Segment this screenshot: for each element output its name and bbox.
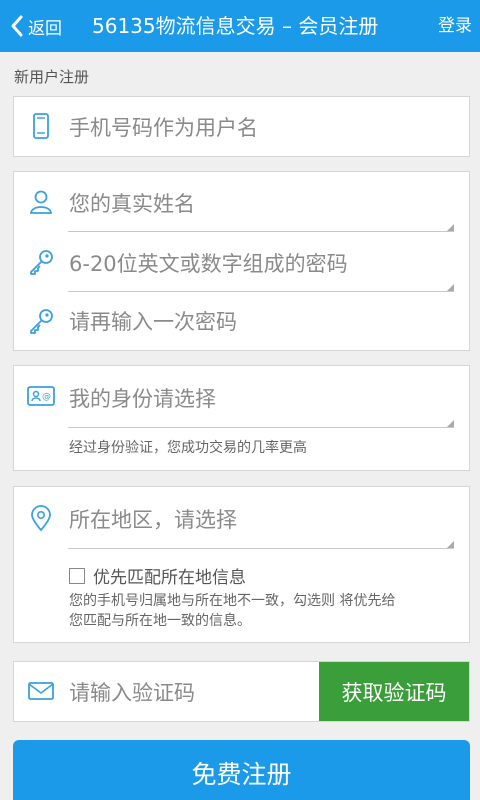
region-select-text: 所在地区，请选择 xyxy=(69,508,237,532)
code-card: 请输入验证码 获取验证码 xyxy=(13,661,470,722)
register-button[interactable]: 免费注册 xyxy=(13,740,470,800)
back-label: 返回 xyxy=(28,18,62,39)
section-label: 新用户注册 xyxy=(14,68,90,86)
field-corner xyxy=(447,284,454,291)
field-corner xyxy=(447,420,454,427)
id-card-icon: @ xyxy=(27,382,55,410)
region-match-label: 优先匹配所在地信息 xyxy=(93,568,246,588)
password-confirm-input[interactable]: 请再输入一次密码 xyxy=(69,306,237,336)
field-corner xyxy=(447,541,454,548)
divider xyxy=(68,548,454,549)
mail-icon xyxy=(27,677,55,705)
page-title: 56135物流信息交易 – 会员注册 xyxy=(92,14,379,38)
identity-card: @ 我的身份请选择 经过身份验证，您成功交易的几率更高 xyxy=(13,365,470,471)
password-field[interactable]: 6-20位英文或数字组成的密码 xyxy=(14,232,469,292)
get-code-button[interactable]: 获取验证码 xyxy=(319,662,469,721)
region-card: 所在地区，请选择 优先匹配所在地信息 您的手机号归属地与所在地不一致，勾选则 将… xyxy=(13,486,470,643)
realname-input[interactable]: 您的真实姓名 xyxy=(69,188,195,218)
divider xyxy=(68,427,454,428)
phone-field[interactable]: 手机号码作为用户名 xyxy=(14,97,469,156)
password-confirm-field[interactable]: 请再输入一次密码 xyxy=(14,292,469,350)
login-button[interactable]: 登录 xyxy=(438,12,472,40)
checkbox-icon[interactable] xyxy=(69,567,85,584)
identity-hint: 经过身份验证，您成功交易的几率更高 xyxy=(69,440,307,456)
phone-input[interactable]: 手机号码作为用户名 xyxy=(69,112,258,142)
phone-card: 手机号码作为用户名 xyxy=(13,96,470,157)
chevron-left-icon xyxy=(11,15,23,37)
identity-select[interactable]: @ 我的身份请选择 xyxy=(14,366,469,428)
code-input[interactable]: 请输入验证码 xyxy=(69,677,195,707)
region-select[interactable]: 所在地区，请选择 xyxy=(14,487,469,549)
svg-text:@: @ xyxy=(42,392,51,402)
region-hint-line2: 您匹配与所在地一致的信息。 xyxy=(69,613,251,629)
password-input[interactable]: 6-20位英文或数字组成的密码 xyxy=(69,248,348,278)
back-button[interactable]: 返回 xyxy=(10,12,62,40)
key-icon xyxy=(27,307,55,335)
field-corner xyxy=(447,224,454,231)
identity-select-text: 我的身份请选择 xyxy=(69,387,216,411)
key-icon xyxy=(27,248,55,276)
user-icon xyxy=(27,188,55,216)
location-pin-icon xyxy=(27,504,55,532)
region-hint-line1: 您的手机号归属地与所在地不一致，勾选则 将优先给 xyxy=(69,593,396,609)
phone-icon xyxy=(27,112,55,140)
realname-field[interactable]: 您的真实姓名 xyxy=(14,172,469,232)
top-bar: 返回 56135物流信息交易 – 会员注册 登录 xyxy=(0,0,480,52)
region-match-checkbox[interactable]: 优先匹配所在地信息 xyxy=(69,563,246,588)
account-card: 您的真实姓名 6-20位英文或数字组成的密码 请再输入一次密码 xyxy=(13,171,470,351)
